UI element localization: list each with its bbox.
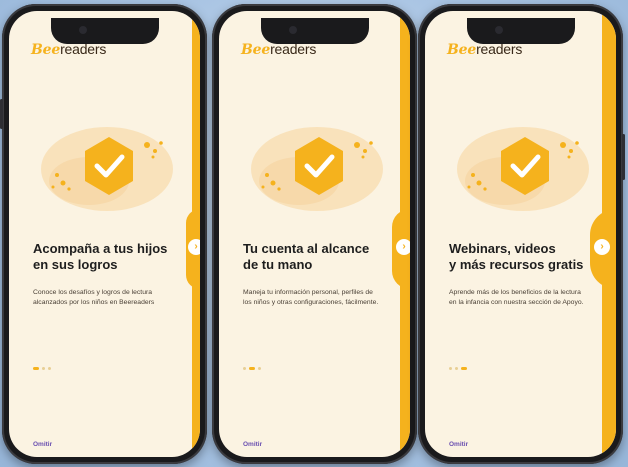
page-dot[interactable] <box>455 367 458 370</box>
page-dot[interactable] <box>449 367 452 370</box>
hexagon-checkmark-icon <box>457 127 589 211</box>
skip-button[interactable]: Omitir <box>243 441 262 448</box>
screen-title: Tu cuenta al alcance de tu mano <box>243 241 370 272</box>
page-dot-active[interactable] <box>249 367 255 370</box>
chevron-right-icon[interactable]: › <box>396 239 410 255</box>
page-dot[interactable] <box>48 367 51 370</box>
notch <box>466 18 575 44</box>
phone-mockup-3: › Beereaders Webinars, videos y más recu… <box>418 4 625 464</box>
hexagon-checkmark-icon <box>251 127 383 211</box>
onboarding-screen-1: › Beereaders Acompaña a tus hijos en sus… <box>9 11 200 457</box>
chevron-right-icon[interactable]: › <box>188 239 200 255</box>
phone-mockup-1: › Beereaders Acompaña a tus hijos en sus… <box>0 4 207 464</box>
camera-icon <box>78 26 87 34</box>
skip-button[interactable]: Omitir <box>449 441 468 448</box>
page-indicator <box>243 367 261 370</box>
notch <box>260 18 369 44</box>
page-dot[interactable] <box>243 367 246 370</box>
camera-icon <box>494 26 503 34</box>
screen-description: Maneja tu información personal, perfiles… <box>243 289 379 306</box>
page-indicator <box>33 367 51 370</box>
power-button <box>622 134 625 180</box>
screen-title: Webinars, videos y más recursos gratis <box>449 241 584 272</box>
screen-description: Aprende más de los beneficios de la lect… <box>449 289 584 306</box>
skip-button[interactable]: Omitir <box>33 441 52 448</box>
onboarding-screen-3: › Beereaders Webinars, videos y más recu… <box>425 11 616 457</box>
page-indicator <box>449 367 467 370</box>
camera-icon <box>288 26 297 34</box>
notch <box>50 18 159 44</box>
screen-title: Acompaña a tus hijos en sus logros <box>33 241 168 272</box>
page-dot-active[interactable] <box>461 367 467 370</box>
phone-mockup-2: › Beereaders Tu cuenta al alcance de tu … <box>212 4 417 464</box>
page-dot-active[interactable] <box>33 367 39 370</box>
screen-description: Conoce los desafíos y logros de lectura … <box>33 289 155 306</box>
volume-button <box>0 99 3 129</box>
onboarding-screen-2: › Beereaders Tu cuenta al alcance de tu … <box>219 11 410 457</box>
page-dot[interactable] <box>42 367 45 370</box>
page-dot[interactable] <box>258 367 261 370</box>
hexagon-checkmark-icon <box>41 127 173 211</box>
